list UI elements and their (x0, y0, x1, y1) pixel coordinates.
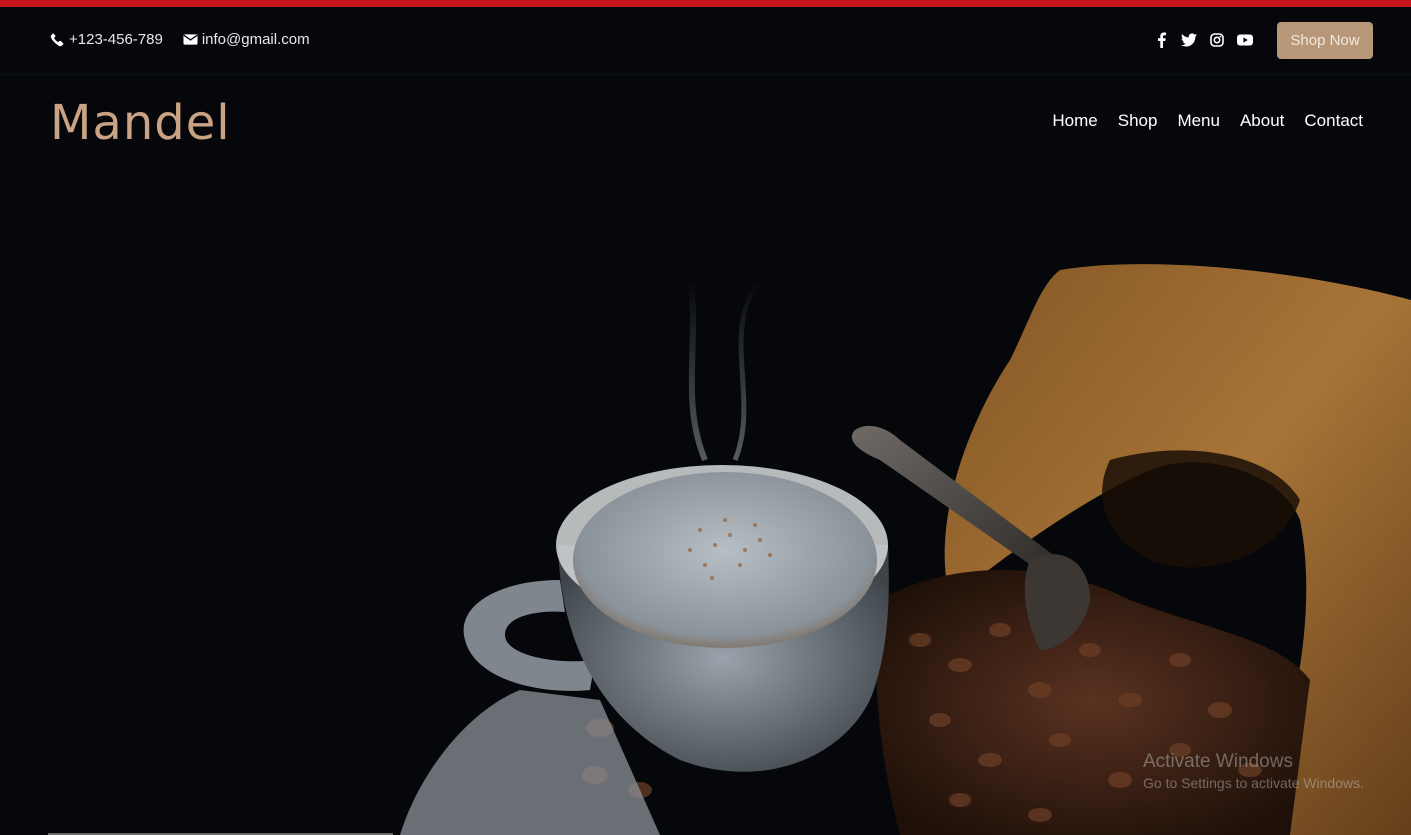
phone-icon (50, 33, 64, 47)
watermark-title: Activate Windows (1143, 751, 1293, 772)
facebook-icon[interactable] (1153, 31, 1169, 49)
top-contact-bar: +123-456-789 info@gmail.com Shop Now (0, 7, 1411, 75)
nav-home[interactable]: Home (1052, 111, 1097, 131)
main-navbar: Mandel Home Shop Menu About Contact (0, 75, 1411, 165)
phone-number: +123-456-789 (69, 31, 163, 48)
twitter-icon[interactable] (1181, 31, 1197, 49)
contact-info: +123-456-789 info@gmail.com (50, 31, 330, 48)
youtube-icon[interactable] (1237, 31, 1253, 49)
email-link[interactable]: info@gmail.com (183, 31, 310, 48)
site-logo[interactable]: Mandel (50, 95, 231, 151)
hero-image (0, 165, 1411, 835)
watermark-subtitle: Go to Settings to activate Windows. (1143, 775, 1364, 791)
social-links (1153, 31, 1253, 49)
activate-windows-watermark: Activate Windows Go to Settings to activ… (1143, 751, 1364, 791)
coffee-scene-illustration (400, 264, 1411, 835)
instagram-icon[interactable] (1209, 31, 1225, 49)
envelope-icon (183, 34, 198, 45)
shop-now-button[interactable]: Shop Now (1277, 22, 1373, 59)
nav-shop[interactable]: Shop (1118, 111, 1158, 131)
top-accent-bar (0, 0, 1411, 7)
nav-contact[interactable]: Contact (1304, 111, 1363, 131)
nav-about[interactable]: About (1240, 111, 1284, 131)
main-menu: Home Shop Menu About Contact (1052, 111, 1363, 131)
email-address: info@gmail.com (201, 31, 310, 48)
phone-link[interactable]: +123-456-789 (50, 31, 163, 48)
nav-menu[interactable]: Menu (1177, 111, 1220, 131)
